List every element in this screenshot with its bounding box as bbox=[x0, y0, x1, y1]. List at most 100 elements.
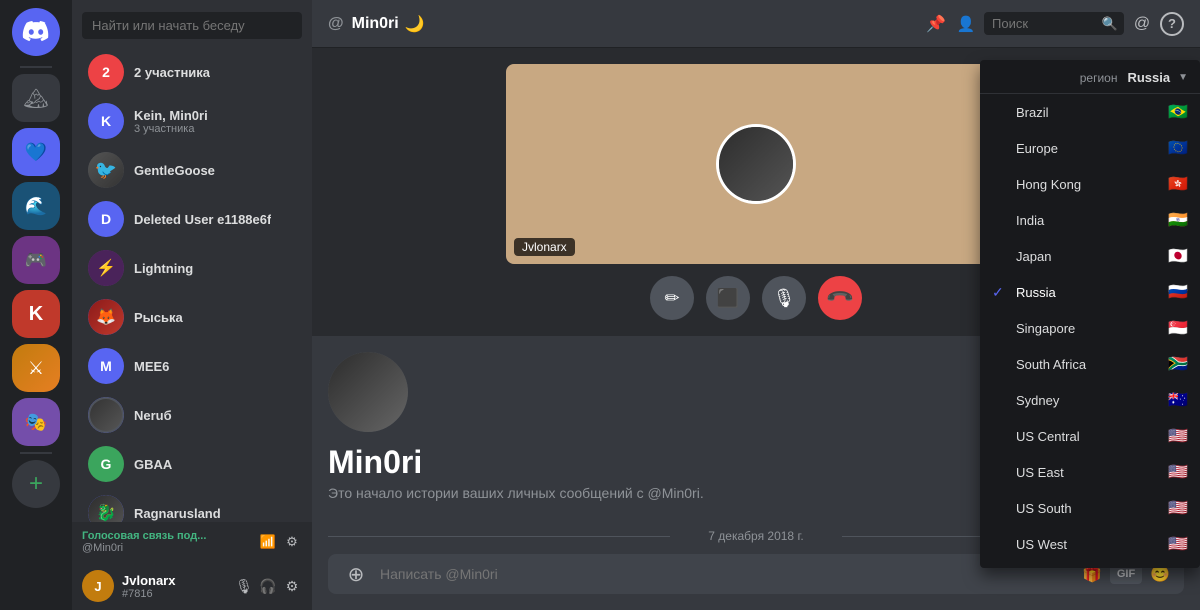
dm-item-deleted[interactable]: D Deleted User e1188e6f bbox=[78, 195, 306, 243]
server-item-cave[interactable]: 🏔 bbox=[12, 74, 60, 122]
add-friend-button[interactable]: 👤 bbox=[954, 12, 978, 36]
dm-item-ragnarusland[interactable]: 🐉 Ragnarusland bbox=[78, 489, 306, 522]
server-sidebar: 🏔 💙 🌊 🎮 K ⚔ 🎭 + bbox=[0, 0, 72, 610]
india-flag: 🇮🇳 bbox=[1168, 210, 1188, 230]
channel-name: Min0ri bbox=[352, 15, 399, 33]
user-name: Jvlonarx bbox=[122, 573, 226, 588]
region-option-russia[interactable]: ✓ Russia 🇷🇺 bbox=[980, 274, 1200, 310]
server-item-wave[interactable]: 🌊 bbox=[12, 182, 60, 230]
search-icon: 🔍 bbox=[1102, 16, 1118, 32]
checkmark-icon: ✓ bbox=[992, 284, 1008, 301]
voice-user: @Min0ri bbox=[82, 542, 206, 554]
region-option-singapore[interactable]: Singapore 🇸🇬 bbox=[980, 310, 1200, 346]
dm-search-area bbox=[72, 0, 312, 47]
add-server-button[interactable]: + bbox=[12, 460, 60, 508]
server-item-game[interactable]: 🎮 bbox=[12, 236, 60, 284]
hongkong-flag: 🇭🇰 bbox=[1168, 174, 1188, 194]
region-option-us-south[interactable]: US South 🇺🇸 bbox=[980, 490, 1200, 526]
japan-flag: 🇯🇵 bbox=[1168, 246, 1188, 266]
voice-settings-icon[interactable]: ⚙ bbox=[282, 532, 302, 552]
search-input[interactable] bbox=[82, 12, 302, 39]
region-option-brazil[interactable]: Brazil 🇧🇷 bbox=[980, 94, 1200, 130]
dm-sidebar: 2 2 участника K Kein, Min0ri 3 участника… bbox=[72, 0, 312, 610]
dm-avatar-kein: K bbox=[88, 103, 124, 139]
video-participant-label: Jvlonarx bbox=[514, 238, 575, 256]
dm-item-lightning[interactable]: ⚡ Lightning bbox=[78, 244, 306, 292]
region-option-hongkong[interactable]: Hong Kong 🇭🇰 bbox=[980, 166, 1200, 202]
server-item-k[interactable]: K bbox=[12, 290, 60, 338]
pin-button[interactable]: 📌 bbox=[924, 12, 948, 36]
dm-avatar-2users: 2 bbox=[88, 54, 124, 90]
chat-header: @ Min0ri 🌙 📌 👤 🔍 @ ? bbox=[312, 0, 1200, 48]
dm-avatar-gentlegoose: 🐦 bbox=[88, 152, 124, 188]
dm-item-nerub[interactable]: Neruб bbox=[78, 391, 306, 439]
dm-item-ryska[interactable]: 🦊 Рыська bbox=[78, 293, 306, 341]
south-africa-flag: 🇿🇦 bbox=[1168, 354, 1188, 374]
dm-avatar-mee6: M bbox=[88, 348, 124, 384]
dm-avatar-ragnarusland: 🐉 bbox=[88, 495, 124, 522]
help-button[interactable]: ? bbox=[1160, 12, 1184, 36]
message-input[interactable] bbox=[380, 554, 1072, 594]
server-item-blue[interactable]: 💙 bbox=[12, 128, 60, 176]
user-avatar: J bbox=[82, 570, 114, 602]
server-item-img1[interactable]: ⚔ bbox=[12, 344, 60, 392]
server-separator-2 bbox=[20, 452, 52, 454]
russia-flag: 🇷🇺 bbox=[1168, 282, 1188, 302]
region-option-south-africa[interactable]: South Africa 🇿🇦 bbox=[980, 346, 1200, 382]
header-title: Min0ri 🌙 bbox=[352, 14, 425, 34]
region-option-europe[interactable]: Europe 🇪🇺 bbox=[980, 130, 1200, 166]
region-dropdown: регион Russia ▼ Brazil 🇧🇷 Europe 🇪🇺 bbox=[980, 60, 1200, 568]
intro-text: Это начало истории ваших личных сообщени… bbox=[328, 485, 704, 501]
singapore-flag: 🇸🇬 bbox=[1168, 318, 1188, 338]
region-option-japan[interactable]: Japan 🇯🇵 bbox=[980, 238, 1200, 274]
user-tag: #7816 bbox=[122, 588, 226, 600]
dm-avatar-lightning: ⚡ bbox=[88, 250, 124, 286]
attach-button[interactable]: ⊕ bbox=[340, 558, 372, 590]
europe-flag: 🇪🇺 bbox=[1168, 138, 1188, 158]
video-participant-avatar bbox=[716, 124, 796, 204]
dropdown-label: регион bbox=[1080, 71, 1118, 85]
dm-item-kein-minori[interactable]: K Kein, Min0ri 3 участника bbox=[78, 97, 306, 145]
dm-avatar-gbaa: G bbox=[88, 446, 124, 482]
dm-item-mee6[interactable]: M MEE6 bbox=[78, 342, 306, 390]
video-controls: ✏ ⬛ 🎙 📞 bbox=[650, 276, 862, 320]
end-call-button[interactable]: 📞 bbox=[809, 267, 871, 329]
at-symbol: @ bbox=[328, 15, 344, 33]
us-west-flag: 🇺🇸 bbox=[1168, 534, 1188, 554]
dm-item-gbaa[interactable]: G GBAA bbox=[78, 440, 306, 488]
us-south-flag: 🇺🇸 bbox=[1168, 498, 1188, 518]
us-east-flag: 🇺🇸 bbox=[1168, 462, 1188, 482]
mic-button[interactable]: 🎙 bbox=[234, 576, 254, 596]
dm-avatar-nerub bbox=[88, 397, 124, 433]
voice-signal-icon[interactable]: 📶 bbox=[258, 532, 278, 552]
region-option-india[interactable]: India 🇮🇳 bbox=[980, 202, 1200, 238]
brazil-flag: 🇧🇷 bbox=[1168, 102, 1188, 122]
dm-avatar-deleted: D bbox=[88, 201, 124, 237]
region-option-sydney[interactable]: Sydney 🇦🇺 bbox=[980, 382, 1200, 418]
settings-button[interactable]: ⚙ bbox=[282, 576, 302, 596]
region-option-us-central[interactable]: US Central 🇺🇸 bbox=[980, 418, 1200, 454]
us-central-flag: 🇺🇸 bbox=[1168, 426, 1188, 446]
user-area: J Jvlonarx #7816 🎙 🎧 ⚙ bbox=[72, 562, 312, 610]
dm-avatar-ryska: 🦊 bbox=[88, 299, 124, 335]
dm-list: 2 2 участника K Kein, Min0ri 3 участника… bbox=[72, 47, 312, 522]
screen-share-button[interactable]: ⬛ bbox=[706, 276, 750, 320]
intro-avatar bbox=[328, 352, 408, 432]
sydney-flag: 🇦🇺 bbox=[1168, 390, 1188, 410]
main-content: @ Min0ri 🌙 📌 👤 🔍 @ ? Jvlonarx ✏ ⬛ bbox=[312, 0, 1200, 610]
intro-name: Min0ri bbox=[328, 444, 422, 481]
at-button[interactable]: @ bbox=[1130, 12, 1154, 36]
headphone-button[interactable]: 🎧 bbox=[258, 576, 278, 596]
dm-item-gentlegoose[interactable]: 🐦 GentleGoose bbox=[78, 146, 306, 194]
server-item-img2[interactable]: 🎭 bbox=[12, 398, 60, 446]
dm-item-2users[interactable]: 2 2 участника bbox=[78, 48, 306, 96]
dropdown-header: регион Russia ▼ bbox=[980, 66, 1200, 94]
server-separator bbox=[20, 66, 52, 68]
discord-logo-button[interactable] bbox=[12, 8, 60, 56]
mute-button[interactable]: 🎙 bbox=[762, 276, 806, 320]
voice-bar: Голосовая связь под... @Min0ri 📶 ⚙ bbox=[72, 522, 312, 562]
pencil-button[interactable]: ✏ bbox=[650, 276, 694, 320]
region-option-us-west[interactable]: US West 🇺🇸 bbox=[980, 526, 1200, 562]
video-frame: Jvlonarx bbox=[506, 64, 1006, 264]
region-option-us-east[interactable]: US East 🇺🇸 bbox=[980, 454, 1200, 490]
